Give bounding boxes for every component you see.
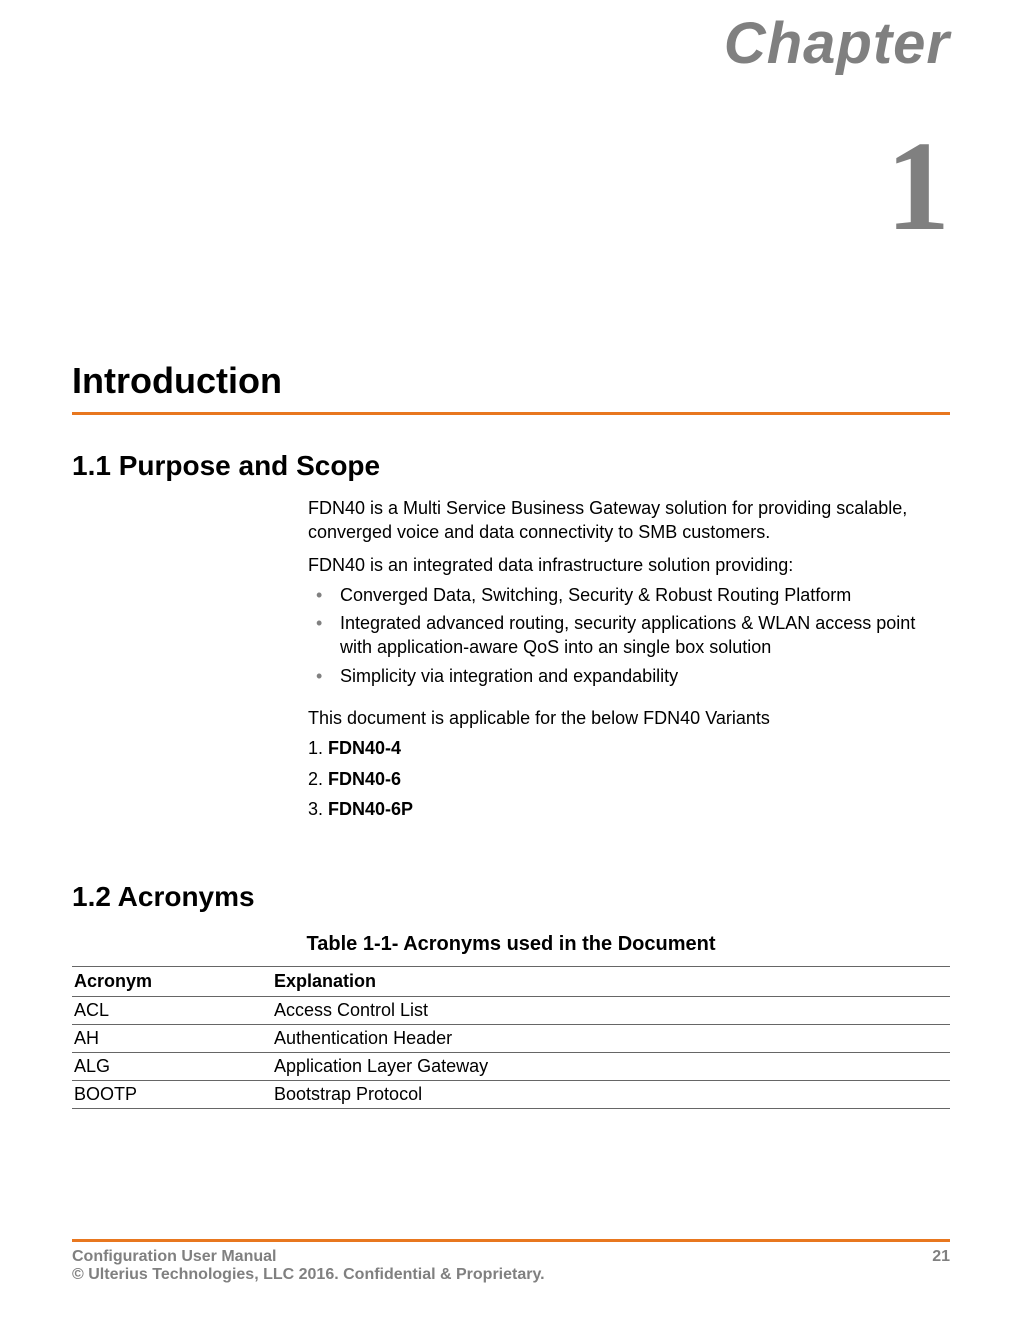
purpose-content: FDN40 is a Multi Service Business Gatewa… bbox=[308, 496, 950, 821]
list-item: Converged Data, Switching, Security & Ro… bbox=[308, 583, 950, 607]
chapter-number: 1 bbox=[72, 122, 950, 250]
cell-acronym: ALG bbox=[72, 1053, 272, 1081]
chapter-label: Chapter bbox=[72, 0, 950, 77]
cell-explanation: Bootstrap Protocol bbox=[272, 1081, 950, 1109]
list-item: Simplicity via integration and expandabi… bbox=[308, 664, 950, 688]
subsection-purpose-scope: 1.1 Purpose and Scope bbox=[72, 450, 950, 482]
table-row: BOOTP Bootstrap Protocol bbox=[72, 1081, 950, 1109]
cell-explanation: Application Layer Gateway bbox=[272, 1053, 950, 1081]
table-header-acronym: Acronym bbox=[72, 967, 272, 997]
cell-acronym: ACL bbox=[72, 997, 272, 1025]
footer-doc-title: Configuration User Manual bbox=[72, 1248, 276, 1266]
table-row: ACL Access Control List bbox=[72, 997, 950, 1025]
paragraph: FDN40 is an integrated data infrastructu… bbox=[308, 553, 950, 577]
page-footer: Configuration User Manual 21 © Ulterius … bbox=[72, 1239, 950, 1284]
section-rule bbox=[72, 412, 950, 415]
footer-page-number: 21 bbox=[932, 1248, 950, 1266]
footer-rule bbox=[72, 1239, 950, 1242]
table-row: AH Authentication Header bbox=[72, 1025, 950, 1053]
subsection-acronyms: 1.2 Acronyms bbox=[72, 881, 950, 913]
paragraph: FDN40 is a Multi Service Business Gatewa… bbox=[308, 496, 950, 545]
variant-item: 2. FDN40-6 bbox=[308, 767, 950, 791]
variant-item: 3. FDN40-6P bbox=[308, 797, 950, 821]
table-header-explanation: Explanation bbox=[272, 967, 950, 997]
feature-list: Converged Data, Switching, Security & Ro… bbox=[308, 583, 950, 688]
paragraph: This document is applicable for the belo… bbox=[308, 706, 950, 730]
cell-explanation: Authentication Header bbox=[272, 1025, 950, 1053]
footer-copyright: © Ulterius Technologies, LLC 2016. Confi… bbox=[72, 1266, 950, 1284]
acronyms-table: Acronym Explanation ACL Access Control L… bbox=[72, 966, 950, 1109]
cell-acronym: AH bbox=[72, 1025, 272, 1053]
cell-acronym: BOOTP bbox=[72, 1081, 272, 1109]
cell-explanation: Access Control List bbox=[272, 997, 950, 1025]
variants-block: This document is applicable for the belo… bbox=[308, 706, 950, 821]
section-title-introduction: Introduction bbox=[72, 360, 950, 412]
table-row: ALG Application Layer Gateway bbox=[72, 1053, 950, 1081]
table-caption: Table 1-1- Acronyms used in the Document bbox=[72, 933, 950, 956]
variant-item: 1. FDN40-4 bbox=[308, 736, 950, 760]
list-item: Integrated advanced routing, security ap… bbox=[308, 611, 950, 660]
